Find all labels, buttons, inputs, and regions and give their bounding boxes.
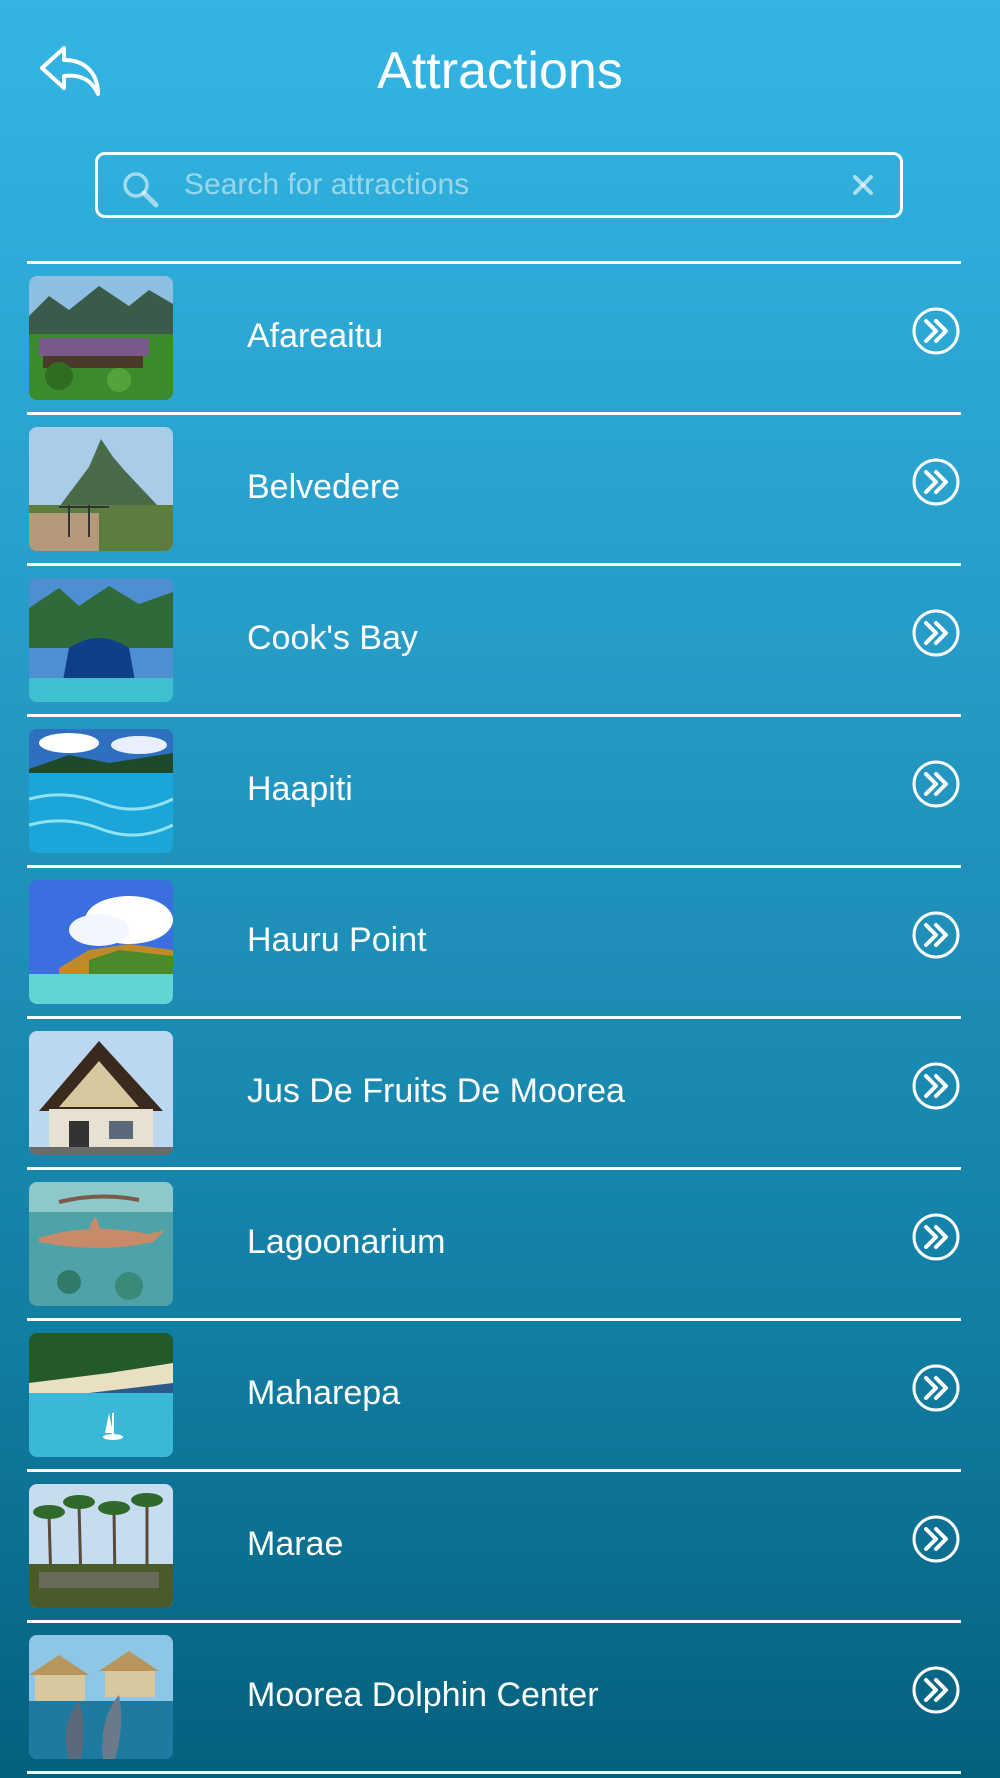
double-chevron-right-icon[interactable] — [911, 1212, 961, 1262]
double-chevron-right-icon[interactable] — [911, 1514, 961, 1564]
list-item[interactable]: Moorea Dolphin Center — [27, 1623, 961, 1771]
attraction-name: Jus De Fruits De Moorea — [247, 1072, 625, 1110]
list-item[interactable]: Haapiti — [27, 717, 961, 865]
list-divider — [27, 1771, 961, 1774]
attraction-name: Belvedere — [247, 468, 401, 506]
list-item[interactable]: Belvedere — [27, 415, 961, 563]
list-item[interactable]: Lagoonarium — [27, 1170, 961, 1318]
attractions-list: Afareaitu Belvedere Cook's Bay Haapiti H… — [27, 261, 961, 1774]
double-chevron-right-icon[interactable] — [911, 306, 961, 356]
double-chevron-right-icon[interactable] — [911, 1061, 961, 1111]
search-bar — [95, 152, 903, 218]
attraction-thumbnail — [29, 1484, 173, 1608]
list-item[interactable]: Jus De Fruits De Moorea — [27, 1019, 961, 1167]
header-bar: Attractions — [0, 0, 1000, 140]
list-item[interactable]: Cook's Bay — [27, 566, 961, 714]
double-chevron-right-icon[interactable] — [911, 910, 961, 960]
search-input[interactable] — [184, 161, 824, 209]
attraction-thumbnail — [29, 427, 173, 551]
double-chevron-right-icon[interactable] — [911, 608, 961, 658]
clear-x-icon[interactable] — [846, 168, 880, 202]
double-chevron-right-icon[interactable] — [911, 1363, 961, 1413]
double-chevron-right-icon[interactable] — [911, 457, 961, 507]
list-item[interactable]: Hauru Point — [27, 868, 961, 1016]
list-item[interactable]: Marae — [27, 1472, 961, 1620]
list-item[interactable]: Maharepa — [27, 1321, 961, 1469]
attraction-name: Marae — [247, 1525, 344, 1563]
attraction-name: Afareaitu — [247, 317, 384, 355]
attraction-thumbnail — [29, 1333, 173, 1457]
attraction-name: Moorea Dolphin Center — [247, 1676, 599, 1714]
attraction-thumbnail — [29, 729, 173, 853]
attraction-thumbnail — [29, 1031, 173, 1155]
attraction-thumbnail — [29, 880, 173, 1004]
attraction-name: Haapiti — [247, 770, 353, 808]
attraction-thumbnail — [29, 578, 173, 702]
list-item[interactable]: Afareaitu — [27, 264, 961, 412]
attraction-name: Hauru Point — [247, 921, 427, 959]
attraction-thumbnail — [29, 276, 173, 400]
attraction-name: Maharepa — [247, 1374, 401, 1412]
page-title: Attractions — [377, 42, 623, 100]
attraction-name: Lagoonarium — [247, 1223, 446, 1261]
attraction-thumbnail — [29, 1635, 173, 1759]
search-icon — [123, 172, 159, 208]
double-chevron-right-icon[interactable] — [911, 1665, 961, 1715]
attraction-thumbnail — [29, 1182, 173, 1306]
double-chevron-right-icon[interactable] — [911, 759, 961, 809]
attraction-name: Cook's Bay — [247, 619, 418, 657]
